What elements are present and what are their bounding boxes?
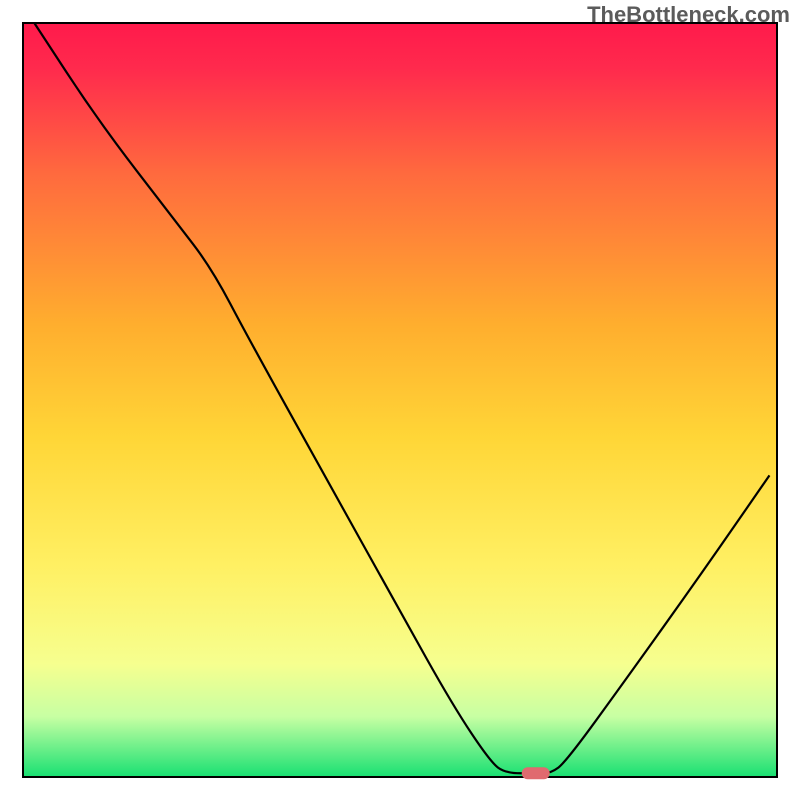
- bottleneck-chart: [0, 0, 800, 800]
- watermark-text: TheBottleneck.com: [587, 2, 790, 28]
- gradient-background: [23, 23, 777, 777]
- chart-container: TheBottleneck.com: [0, 0, 800, 800]
- optimal-marker: [522, 767, 550, 779]
